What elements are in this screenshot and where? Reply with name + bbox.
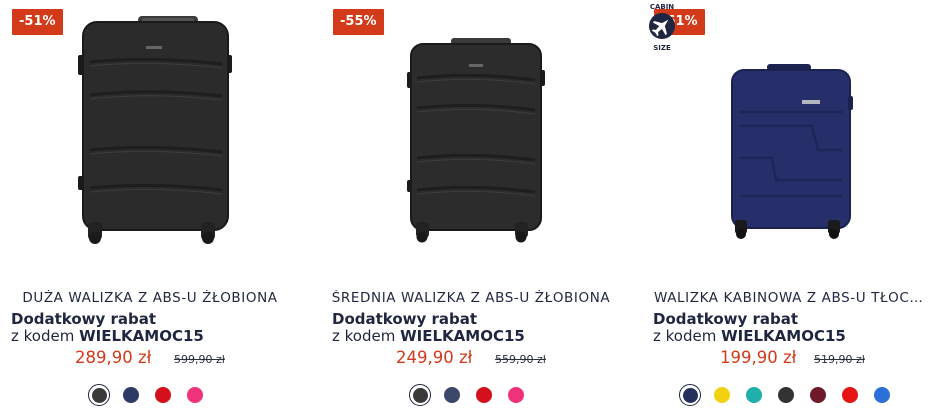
color-dot [187, 387, 203, 403]
suitcase-image [78, 16, 232, 244]
promo-title: Dodatkowy rabat [11, 310, 157, 328]
product-card[interactable]: -51% DUŻA WALIZKA Z ABS-U ŻŁOBIONA Dodat… [0, 0, 300, 418]
price-row: 199,90 zł 519,90 zł [642, 348, 942, 370]
promo-title: Dodatkowy rabat [332, 310, 478, 328]
current-price: 249,90 zł [396, 348, 473, 367]
product-title[interactable]: DUŻA WALIZKA Z ABS-U ŻŁOBIONA [0, 290, 300, 306]
promo-code-line: z kodem WIELKAMOC15 [11, 327, 204, 345]
color-dot [91, 387, 107, 403]
promo-code: WIELKAMOC15 [79, 327, 204, 345]
color-swatch[interactable] [743, 384, 765, 406]
color-swatch[interactable] [409, 384, 431, 406]
color-swatch[interactable] [871, 384, 893, 406]
promo-code-line: z kodem WIELKAMOC15 [653, 327, 846, 345]
color-swatch[interactable] [441, 384, 463, 406]
old-price: 559,90 zł [495, 353, 546, 366]
color-swatch[interactable] [473, 384, 495, 406]
promo-code-line: z kodem WIELKAMOC15 [332, 327, 525, 345]
color-dot [444, 387, 460, 403]
old-price: 599,90 zł [174, 353, 225, 366]
promo-code: WIELKAMOC15 [721, 327, 846, 345]
product-image[interactable]: -51% [0, 0, 300, 275]
product-title[interactable]: WALIZKA KABINOWA Z ABS-U TŁOCZO... [654, 290, 932, 306]
current-price: 289,90 zł [75, 348, 152, 367]
promo-code: WIELKAMOC15 [400, 327, 525, 345]
color-swatch[interactable] [505, 384, 527, 406]
discount-badge: -55% [333, 9, 384, 35]
current-price: 199,90 zł [720, 348, 797, 367]
product-image[interactable]: -61% CABIN SIZE [642, 0, 942, 275]
color-swatch[interactable] [839, 384, 861, 406]
color-dot [508, 387, 524, 403]
color-swatch[interactable] [120, 384, 142, 406]
color-swatch[interactable] [184, 384, 206, 406]
color-dot [123, 387, 139, 403]
product-card[interactable]: -55% ŚREDNIA WALIZKA Z ABS-U ŻŁOBIONA Do… [321, 0, 621, 418]
product-card[interactable]: -61% CABIN SIZE WALIZKA KABINOWA Z ABS-U… [642, 0, 942, 418]
color-swatch[interactable] [807, 384, 829, 406]
color-dot [682, 387, 698, 403]
discount-badge: -51% [12, 9, 63, 35]
color-swatch[interactable] [679, 384, 701, 406]
cabin-label-top: CABIN [650, 3, 674, 11]
color-dot [746, 387, 762, 403]
color-dot [810, 387, 826, 403]
color-swatch[interactable] [711, 384, 733, 406]
old-price: 519,90 zł [814, 353, 865, 366]
suitcase-image [407, 38, 545, 243]
color-swatch[interactable] [775, 384, 797, 406]
color-dot [778, 387, 794, 403]
promo-prefix: z kodem [11, 327, 75, 345]
promo-prefix: z kodem [332, 327, 396, 345]
promo-title: Dodatkowy rabat [653, 310, 799, 328]
product-title[interactable]: ŚREDNIA WALIZKA Z ABS-U ŻŁOBIONA [321, 290, 621, 306]
promo-prefix: z kodem [653, 327, 717, 345]
color-dot [412, 387, 428, 403]
suitcase-image [731, 64, 853, 239]
color-swatch[interactable] [152, 384, 174, 406]
color-dot [476, 387, 492, 403]
cabin-size-icon: CABIN SIZE [649, 3, 675, 52]
color-dot [714, 387, 730, 403]
color-swatch[interactable] [88, 384, 110, 406]
price-row: 289,90 zł 599,90 zł [0, 348, 300, 370]
product-image[interactable]: -55% [321, 0, 621, 275]
price-row: 249,90 zł 559,90 zł [321, 348, 621, 370]
cabin-label-bottom: SIZE [653, 44, 671, 52]
color-dot [842, 387, 858, 403]
color-dot [874, 387, 890, 403]
color-dot [155, 387, 171, 403]
